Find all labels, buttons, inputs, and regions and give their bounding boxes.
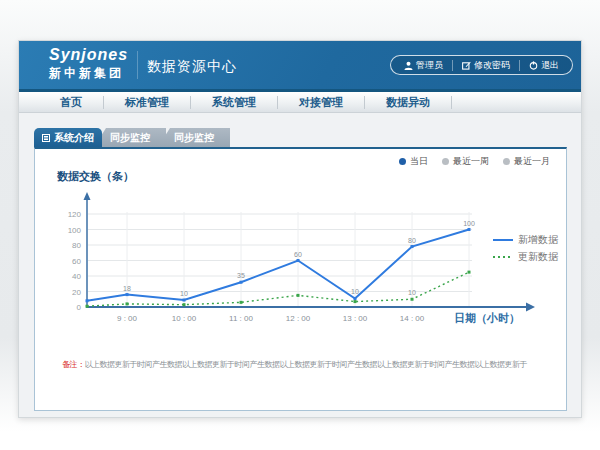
change-password-button[interactable]: 修改密码 <box>453 59 519 72</box>
user-icon <box>404 61 413 70</box>
svg-text:80: 80 <box>408 237 416 244</box>
svg-text:9 : 00: 9 : 00 <box>117 314 138 323</box>
svg-text:12 : 00: 12 : 00 <box>286 314 311 323</box>
svg-text:日期（小时）: 日期（小时） <box>454 312 520 325</box>
nav-item-interface-mgmt[interactable]: 对接管理 <box>278 96 365 109</box>
tab-label: 同步监控 <box>110 131 150 145</box>
svg-text:120: 120 <box>68 210 82 219</box>
tab-bar: 系统介绍 同步监控 同步监控 <box>34 128 230 147</box>
page-title: 数据资源中心 <box>147 58 237 76</box>
user-toolbar: 管理员 修改密码 退出 <box>390 55 573 75</box>
logo-text-cn: 新中新集团 <box>49 65 128 82</box>
svg-text:20: 20 <box>72 288 81 297</box>
desktop-background: Synjones 新中新集团 数据资源中心 管理员 修改密码 退出 <box>0 0 600 450</box>
chart-panel: 当日 最近一周 最近一月 数据交换（条） 0204060801001209 : … <box>34 147 567 411</box>
logo-text-en: Synjones <box>49 46 128 64</box>
svg-text:100: 100 <box>463 220 475 227</box>
footnote-text: 以上数据更新于时间产生数据以上数据更新于时间产生数据以上数据更新于时间产生数据以… <box>85 360 528 369</box>
svg-text:10: 10 <box>180 290 188 297</box>
user-label: 管理员 <box>416 59 443 72</box>
svg-text:10: 10 <box>408 289 416 296</box>
logout-icon <box>529 61 538 70</box>
user-menu[interactable]: 管理员 <box>395 59 452 72</box>
nav-item-system-mgmt[interactable]: 系统管理 <box>191 96 278 109</box>
document-icon <box>42 134 50 142</box>
tab-label: 同步监控 <box>174 131 214 145</box>
logout-button[interactable]: 退出 <box>520 59 568 72</box>
nav-item-standard-mgmt[interactable]: 标准管理 <box>104 96 191 109</box>
main-nav: 首页 标准管理 系统管理 对接管理 数据异动 <box>19 89 581 113</box>
svg-text:35: 35 <box>237 272 245 279</box>
app-header: Synjones 新中新集团 数据资源中心 管理员 修改密码 退出 <box>19 41 581 89</box>
svg-text:13 : 00: 13 : 00 <box>343 314 368 323</box>
svg-text:60: 60 <box>72 257 81 266</box>
tab-sync-monitor-2[interactable]: 同步监控 <box>158 128 230 147</box>
svg-text:60: 60 <box>294 251 302 258</box>
svg-text:0: 0 <box>77 303 82 312</box>
svg-text:14 : 00: 14 : 00 <box>400 314 425 323</box>
svg-text:10: 10 <box>351 288 359 295</box>
change-password-label: 修改密码 <box>474 59 510 72</box>
logout-label: 退出 <box>541 59 559 72</box>
svg-text:10 : 00: 10 : 00 <box>172 314 197 323</box>
tab-label: 系统介绍 <box>54 131 94 145</box>
nav-item-data-change[interactable]: 数据异动 <box>365 96 452 109</box>
company-logo: Synjones 新中新集团 <box>49 46 128 82</box>
footnote-prefix: 备注： <box>62 360 85 369</box>
line-chart: 0 20 40 60 80 100 120 9 : 00 10 : 00 11 : 00 12 : … <box>35 149 568 413</box>
svg-text:11 : 00: 11 : 00 <box>229 314 253 323</box>
svg-text:新增数据: 新增数据 <box>518 234 559 245</box>
edit-icon <box>462 61 471 70</box>
svg-text:40: 40 <box>72 272 81 281</box>
tab-sync-monitor-1[interactable]: 同步监控 <box>94 128 166 147</box>
header-divider <box>137 51 138 79</box>
footnote: 备注：以上数据更新于时间产生数据以上数据更新于时间产生数据以上数据更新于时间产生… <box>62 359 560 370</box>
svg-text:更新数据: 更新数据 <box>518 251 559 262</box>
svg-text:80: 80 <box>72 241 81 250</box>
nav-item-home[interactable]: 首页 <box>39 96 104 109</box>
app-window: Synjones 新中新集团 数据资源中心 管理员 修改密码 退出 <box>18 40 582 418</box>
svg-text:18: 18 <box>123 285 131 292</box>
svg-text:100: 100 <box>68 226 82 235</box>
tab-system-intro[interactable]: 系统介绍 <box>34 128 102 147</box>
